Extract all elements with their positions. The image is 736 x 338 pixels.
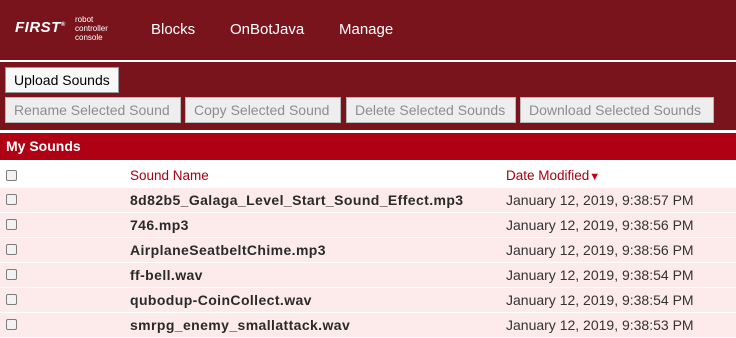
column-header-date-modified[interactable]: Date Modified▼ xyxy=(506,168,600,183)
date-modified: January 12, 2019, 9:38:57 PM xyxy=(506,192,694,208)
row-checkbox[interactable] xyxy=(6,294,17,305)
top-navbar: FIRST® robot controller console Blocks O… xyxy=(0,0,736,60)
sound-name: 8d82b5_Galaga_Level_Start_Sound_Effect.m… xyxy=(130,192,464,208)
rename-selected-sound-button[interactable]: Rename Selected Sound xyxy=(5,97,181,123)
row-checkbox[interactable] xyxy=(6,244,17,255)
sound-name: ff-bell.wav xyxy=(130,267,203,283)
table-row[interactable]: ff-bell.wav January 12, 2019, 9:38:54 PM xyxy=(0,263,736,287)
nav-manage[interactable]: Manage xyxy=(339,21,393,38)
date-modified: January 12, 2019, 9:38:54 PM xyxy=(506,292,694,308)
table-header-row: Sound Name Date Modified▼ xyxy=(0,164,736,188)
date-modified: January 12, 2019, 9:38:56 PM xyxy=(506,217,694,233)
select-all-checkbox[interactable] xyxy=(6,170,17,181)
row-checkbox[interactable] xyxy=(6,219,17,230)
row-checkbox[interactable] xyxy=(6,319,17,330)
sound-name: qubodup-CoinCollect.wav xyxy=(130,292,312,308)
sound-name: AirplaneSeatbeltChime.mp3 xyxy=(130,242,326,258)
date-modified: January 12, 2019, 9:38:56 PM xyxy=(506,242,694,258)
table-row[interactable]: smrpg_enemy_smallattack.wav January 12, … xyxy=(0,313,736,337)
row-checkbox[interactable] xyxy=(6,269,17,280)
nav-blocks[interactable]: Blocks xyxy=(151,21,195,38)
sound-name: smrpg_enemy_smallattack.wav xyxy=(130,317,351,333)
date-modified: January 12, 2019, 9:38:53 PM xyxy=(506,317,694,333)
table-row[interactable]: AirplaneSeatbeltChime.mp3 January 12, 20… xyxy=(0,238,736,262)
delete-selected-sounds-button[interactable]: Delete Selected Sounds xyxy=(346,97,516,123)
nav-onbotjava[interactable]: OnBotJava xyxy=(230,21,304,38)
sort-desc-icon: ▼ xyxy=(589,171,601,183)
column-header-sound-name[interactable]: Sound Name xyxy=(130,168,209,183)
logo-first-text: FIRST xyxy=(15,19,61,36)
logo-subtitle: robot controller console xyxy=(75,15,108,42)
section-title: My Sounds xyxy=(0,133,736,160)
table-row[interactable]: qubodup-CoinCollect.wav January 12, 2019… xyxy=(0,288,736,312)
download-selected-sounds-button[interactable]: Download Selected Sounds xyxy=(520,97,714,123)
sound-name: 746.mp3 xyxy=(130,217,189,233)
date-modified: January 12, 2019, 9:38:54 PM xyxy=(506,267,694,283)
row-checkbox[interactable] xyxy=(6,194,17,205)
copy-selected-sound-button[interactable]: Copy Selected Sound xyxy=(185,97,341,123)
upload-sounds-button[interactable]: Upload Sounds xyxy=(5,67,119,93)
table-row[interactable]: 746.mp3 January 12, 2019, 9:38:56 PM xyxy=(0,213,736,237)
action-toolbar: Upload Sounds Rename Selected Sound Copy… xyxy=(0,60,736,130)
table-row[interactable]: 8d82b5_Galaga_Level_Start_Sound_Effect.m… xyxy=(0,188,736,212)
